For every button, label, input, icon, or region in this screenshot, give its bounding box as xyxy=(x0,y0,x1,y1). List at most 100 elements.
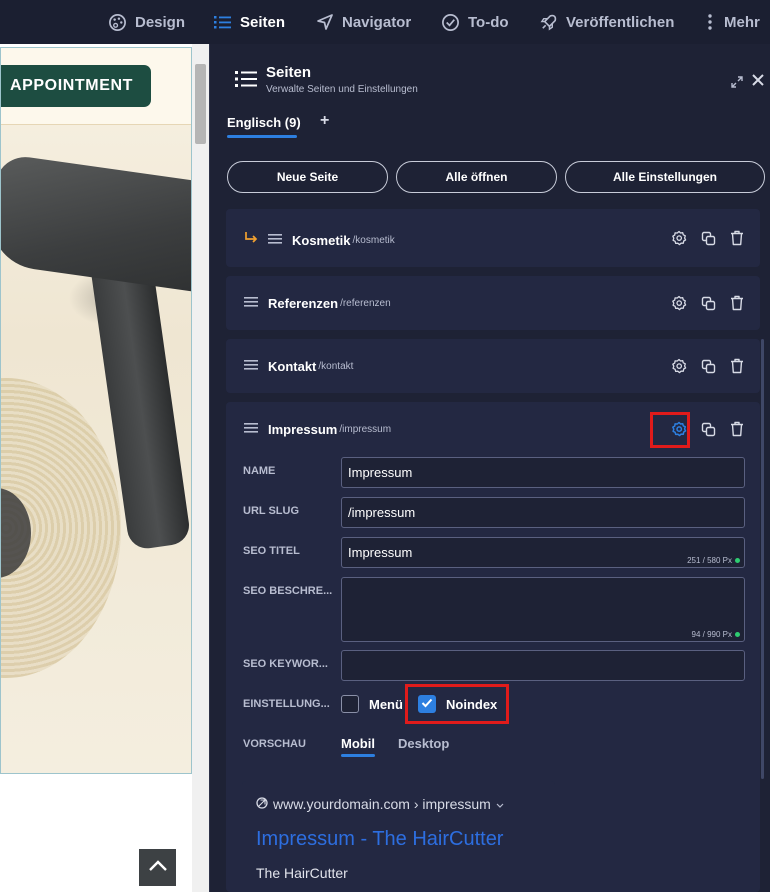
trash-icon[interactable] xyxy=(728,294,746,312)
preview-header: APPOINTMENT xyxy=(1,48,191,125)
navigation-arrow-icon xyxy=(316,13,334,31)
nav-design[interactable]: Design xyxy=(108,0,185,44)
panel-title: Seiten xyxy=(266,64,312,81)
seo-keywords-field[interactable] xyxy=(341,650,745,681)
close-icon[interactable] xyxy=(751,73,765,92)
settings-gear-icon[interactable] xyxy=(670,294,688,312)
top-toolbar: Design Seiten Navigator To-do Veröffentl… xyxy=(0,0,770,44)
settings-label: EINSTELLUNG... xyxy=(243,698,330,710)
page-name: Kosmetik xyxy=(292,232,351,248)
chevron-up-icon xyxy=(148,859,168,877)
settings-gear-icon[interactable] xyxy=(670,229,688,247)
page-slug: /referenzen xyxy=(340,297,391,309)
new-page-button[interactable]: Neue Seite xyxy=(227,161,388,193)
seo-description-label: SEO BESCHRE... xyxy=(243,585,333,597)
duplicate-icon[interactable] xyxy=(699,294,717,312)
page-slug: /kontakt xyxy=(318,360,354,372)
seo-title-value: Impressum xyxy=(348,545,413,560)
preview-tab-indicator xyxy=(341,754,375,757)
search-result-preview: www.yourdomain.com › impressum Impressum… xyxy=(242,781,555,892)
nav-seiten[interactable]: Seiten xyxy=(214,0,285,44)
palette-icon xyxy=(108,13,127,32)
duplicate-icon[interactable] xyxy=(699,229,717,247)
nav-todo[interactable]: To-do xyxy=(441,0,509,44)
website-preview[interactable]: APPOINTMENT xyxy=(0,44,209,892)
list-icon xyxy=(235,70,257,93)
menu-checkbox[interactable] xyxy=(341,695,359,713)
subpage-arrow-icon xyxy=(244,231,258,249)
appointment-button[interactable]: APPOINTMENT xyxy=(1,65,151,107)
status-dot xyxy=(735,632,740,637)
page-name: Kontakt xyxy=(268,358,317,374)
open-all-button[interactable]: Alle öffnen xyxy=(396,161,557,193)
nav-publish[interactable]: Veröffentlichen xyxy=(539,0,674,44)
preview-label: VORSCHAU xyxy=(243,738,306,750)
scroll-to-top-button[interactable] xyxy=(139,849,176,886)
nav-todo-label: To-do xyxy=(468,13,509,31)
menu-checkbox-label[interactable]: Menü xyxy=(369,697,403,712)
tab-desktop[interactable]: Desktop xyxy=(398,736,449,751)
seo-keywords-label: SEO KEYWOR... xyxy=(243,658,328,670)
page-row[interactable]: Referenzen /referenzen xyxy=(226,276,760,330)
url-slug-label: URL SLUG xyxy=(243,505,300,517)
seo-title-field[interactable]: Impressum 251 / 580 Px xyxy=(341,537,745,568)
list-icon xyxy=(214,14,232,30)
preview-scrollbar-track[interactable] xyxy=(192,44,209,892)
page-slug: /kosmetik xyxy=(352,234,395,246)
noindex-checkbox-label[interactable]: Noindex xyxy=(446,697,497,712)
duplicate-icon[interactable] xyxy=(699,420,717,438)
tab-mobile[interactable]: Mobil xyxy=(341,736,375,751)
trash-icon[interactable] xyxy=(728,357,746,375)
drag-handle-icon[interactable] xyxy=(244,294,258,312)
add-language-button[interactable]: + xyxy=(320,112,329,130)
settings-gear-icon[interactable] xyxy=(670,357,688,375)
nav-seiten-label: Seiten xyxy=(240,13,286,31)
serp-url-line: www.yourdomain.com › impressum xyxy=(256,796,504,812)
panel-subtitle: Verwalte Seiten und Einstellungen xyxy=(266,84,418,95)
seo-description-field[interactable]: 94 / 990 Px xyxy=(341,577,745,642)
nav-more[interactable]: Mehr xyxy=(704,0,760,44)
serp-site-name: The HairCutter xyxy=(256,865,348,881)
nav-navigator-label: Navigator xyxy=(342,13,412,31)
drag-handle-icon[interactable] xyxy=(268,231,282,249)
active-tab-indicator xyxy=(227,135,297,138)
rocket-icon xyxy=(539,13,558,32)
tab-language-english[interactable]: Englisch (9) xyxy=(227,115,301,130)
drag-handle-icon[interactable] xyxy=(244,357,258,375)
expand-icon[interactable] xyxy=(731,75,743,93)
pages-panel: Seiten Verwalte Seiten und Einstellungen… xyxy=(209,44,770,892)
noindex-checkbox[interactable] xyxy=(418,695,436,713)
seo-title-counter-text: 251 / 580 Px xyxy=(687,556,732,565)
highlight-settings xyxy=(650,412,690,448)
url-slug-field[interactable]: /impressum xyxy=(341,497,745,528)
hair-dryer-body xyxy=(1,153,191,293)
panel-scrollbar[interactable] xyxy=(761,339,764,779)
serp-title: Impressum - The HairCutter xyxy=(256,828,504,850)
all-settings-button[interactable]: Alle Einstellungen xyxy=(565,161,765,193)
globe-icon xyxy=(256,796,268,812)
serp-url: www.yourdomain.com › impressum xyxy=(273,796,491,812)
page-slug: /impressum xyxy=(339,423,392,435)
hero-image: APPOINTMENT xyxy=(0,47,192,774)
name-field[interactable]: Impressum xyxy=(341,457,745,488)
seo-description-counter-text: 94 / 990 Px xyxy=(691,630,732,639)
status-dot xyxy=(735,558,740,563)
page-name: Impressum xyxy=(268,421,338,437)
seo-description-counter: 94 / 990 Px xyxy=(692,630,740,639)
checkmark-icon xyxy=(421,695,433,713)
nav-design-label: Design xyxy=(135,13,186,31)
trash-icon[interactable] xyxy=(728,229,746,247)
page-row[interactable]: Kosmetik /kosmetik xyxy=(226,209,760,267)
check-circle-icon xyxy=(441,13,460,32)
seo-title-label: SEO TITEL xyxy=(243,545,300,557)
duplicate-icon[interactable] xyxy=(699,357,717,375)
preview-scrollbar-thumb[interactable] xyxy=(195,64,206,144)
trash-icon[interactable] xyxy=(728,420,746,438)
drag-handle-icon[interactable] xyxy=(244,420,258,438)
chevron-down-icon xyxy=(496,796,504,812)
vertical-dots-icon xyxy=(704,13,716,31)
name-label: NAME xyxy=(243,465,276,477)
page-row[interactable]: Kontakt /kontakt xyxy=(226,339,760,393)
nav-navigator[interactable]: Navigator xyxy=(316,0,411,44)
seo-title-counter: 251 / 580 Px xyxy=(687,556,740,565)
